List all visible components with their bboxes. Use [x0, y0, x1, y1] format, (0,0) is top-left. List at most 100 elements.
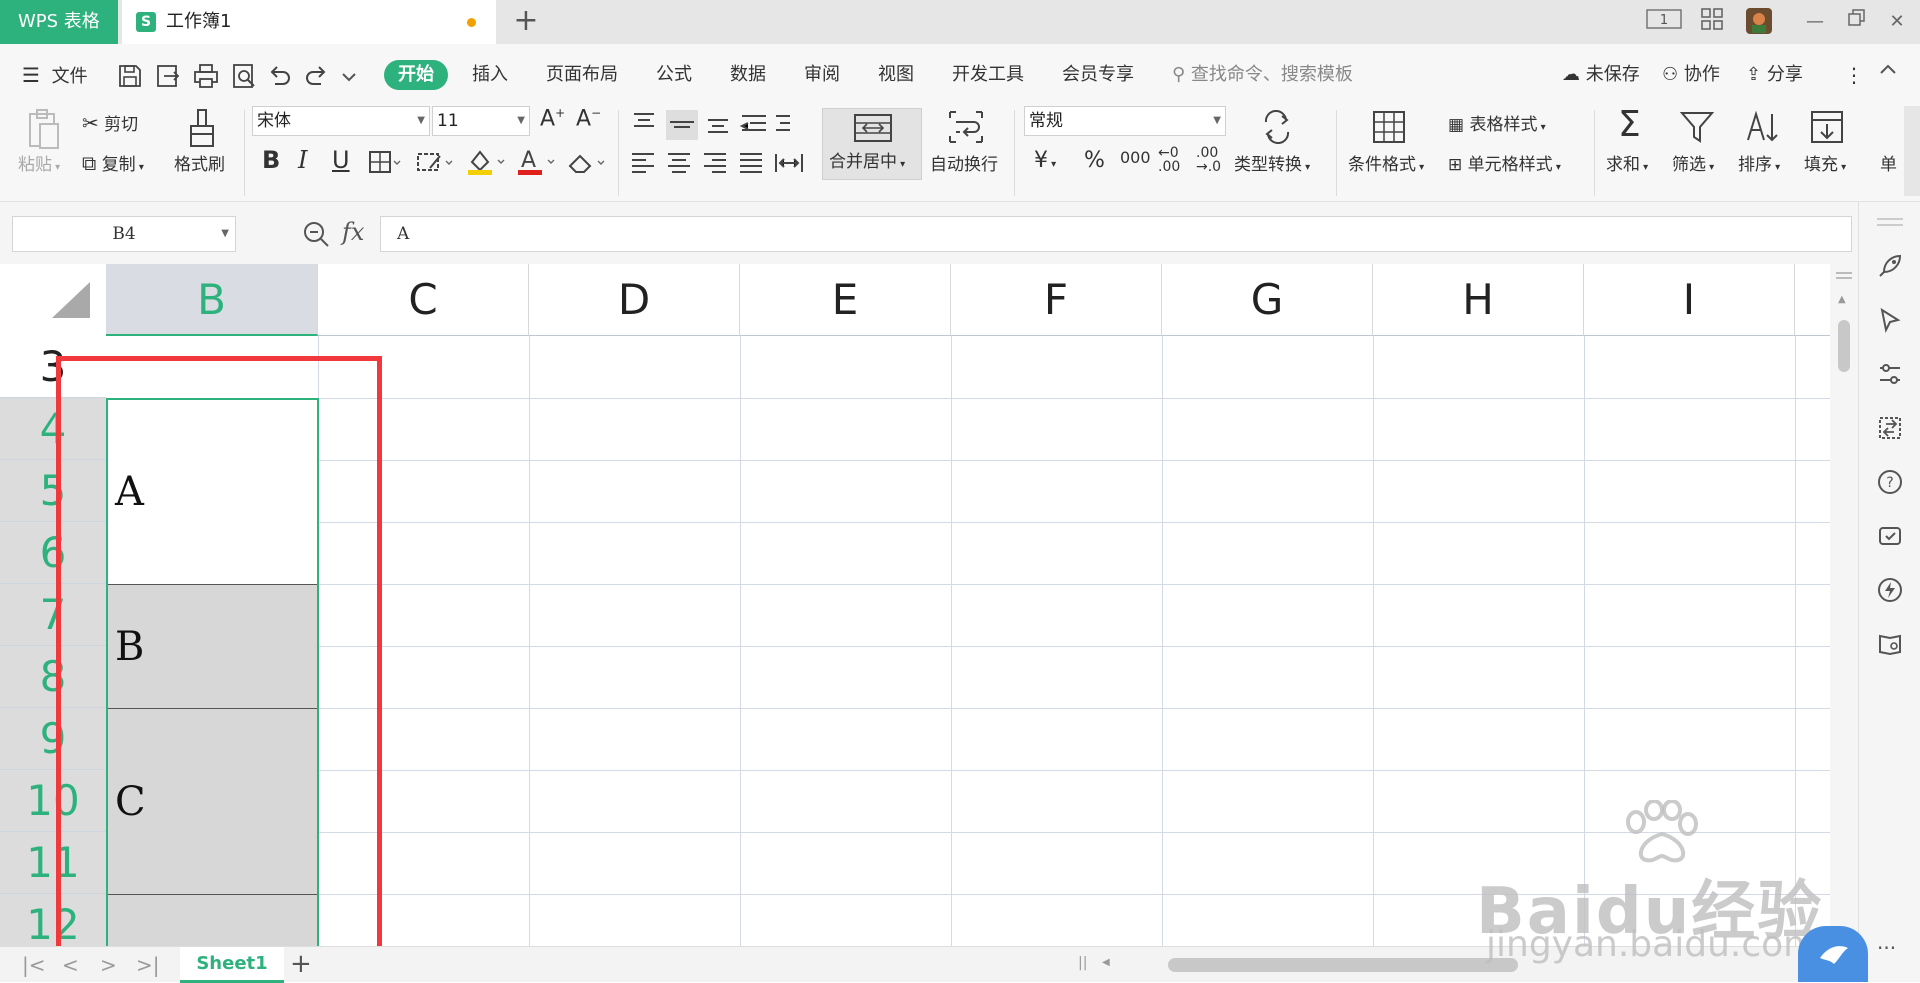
type-convert-icon[interactable] [1260, 110, 1294, 144]
document-tab[interactable]: S 工作簿1 [122, 0, 496, 44]
backup-icon[interactable] [1876, 522, 1904, 550]
italic-icon[interactable]: I [298, 146, 307, 174]
font-decrease-icon[interactable]: A− [576, 106, 601, 131]
help-icon[interactable]: ? [1876, 468, 1904, 496]
sheet-tab-sheet1[interactable]: Sheet1 [180, 947, 284, 983]
number-format-select[interactable]: 常规 ▼ [1024, 106, 1226, 136]
print-icon[interactable] [192, 62, 220, 90]
restore-button[interactable] [1842, 8, 1872, 36]
hscroll-split-handle[interactable]: || [1078, 955, 1087, 971]
vertical-scrollbar[interactable]: ▲ [1830, 264, 1858, 946]
tab-home[interactable]: 开始 [384, 60, 448, 90]
collapse-ribbon-icon[interactable] [1878, 60, 1898, 90]
column-header-C[interactable]: C [318, 264, 529, 336]
cursor-icon[interactable] [1876, 306, 1904, 334]
tab-developer[interactable]: 开发工具 [952, 60, 1024, 90]
app-tab[interactable]: WPS 表格 [0, 0, 118, 44]
tab-member[interactable]: 会员专享 [1062, 60, 1134, 90]
fill-down-icon[interactable] [1810, 110, 1844, 144]
underline-icon[interactable]: U [332, 146, 350, 174]
wrap-text-icon[interactable] [948, 110, 984, 144]
fill-color-icon[interactable] [466, 148, 506, 176]
filter-icon[interactable] [1680, 110, 1714, 144]
column-header-I[interactable]: I [1584, 264, 1795, 336]
scroll-up-icon[interactable]: ▲ [1838, 294, 1846, 305]
share-button[interactable]: ⇪ 分享 [1746, 60, 1803, 90]
prev-sheet-icon[interactable]: < [62, 953, 79, 977]
horizontal-align-icons[interactable] [630, 150, 810, 176]
book-search-icon[interactable] [1876, 630, 1904, 658]
format-painter-button[interactable]: 格式刷 [174, 150, 225, 175]
sum-button[interactable]: 求和 ▾ [1606, 150, 1648, 175]
column-header-F[interactable]: F [951, 264, 1162, 336]
vertical-align-icons[interactable] [630, 110, 790, 140]
save-icon[interactable] [116, 62, 144, 90]
first-sheet-icon[interactable]: |< [22, 953, 46, 977]
lightning-icon[interactable] [1876, 576, 1904, 604]
last-sheet-icon[interactable]: >| [136, 953, 160, 977]
file-menu[interactable]: ☰ 文件 [22, 60, 88, 90]
paste-icon[interactable] [24, 108, 64, 152]
tab-formulas[interactable]: 公式 [656, 60, 692, 90]
sort-button[interactable]: 排序 ▾ [1738, 150, 1780, 175]
font-color-icon[interactable]: A [516, 148, 556, 176]
merge-center-button[interactable]: 合并居中 ▾ [822, 108, 922, 180]
add-sheet-button[interactable]: + [290, 949, 312, 979]
formula-input[interactable]: A [380, 216, 1852, 252]
ribbon-scroll-right[interactable] [1904, 106, 1920, 196]
decrease-decimal-icon[interactable]: .00 →.0 [1196, 146, 1221, 174]
font-size-select[interactable]: 11 ▼ [432, 106, 530, 136]
column-header-H[interactable]: H [1373, 264, 1584, 336]
border-icon[interactable] [368, 150, 402, 176]
more-options-icon[interactable]: ··· [1877, 936, 1896, 960]
select-all-corner[interactable] [0, 264, 106, 336]
sliders-icon[interactable] [1876, 360, 1904, 388]
sum-icon[interactable]: Σ [1618, 104, 1641, 145]
wrap-text-button[interactable]: 自动换行 [930, 150, 998, 175]
conditional-format-icon[interactable] [1372, 110, 1406, 144]
sort-icon[interactable] [1744, 110, 1780, 144]
export-icon[interactable] [154, 62, 182, 90]
tab-page-layout[interactable]: 页面布局 [546, 60, 618, 90]
more-icon[interactable]: ⋮ [1844, 60, 1864, 90]
column-header-B[interactable]: B [106, 264, 318, 336]
currency-icon[interactable]: ¥ ▾ [1034, 148, 1056, 173]
percent-icon[interactable]: % [1084, 148, 1105, 173]
unsaved-status[interactable]: ☁ 未保存 [1562, 60, 1640, 90]
swap-icon[interactable] [1876, 414, 1904, 442]
tab-insert[interactable]: 插入 [472, 60, 508, 90]
copy-button[interactable]: ⧉ 复制 ▾ [82, 150, 144, 175]
assistant-float-button[interactable] [1798, 926, 1868, 982]
next-sheet-icon[interactable]: > [100, 953, 117, 977]
close-button[interactable]: ✕ [1882, 8, 1912, 36]
eraser-icon[interactable] [566, 150, 606, 176]
cell-style-button[interactable]: ⊞ 单元格样式 ▾ [1448, 150, 1561, 175]
horizontal-scroll-thumb[interactable] [1168, 958, 1518, 972]
column-header-E[interactable]: E [740, 264, 951, 336]
vertical-scroll-thumb[interactable] [1838, 320, 1850, 372]
zoom-icon[interactable] [302, 220, 330, 248]
collaborate-button[interactable]: ⚇ 协作 [1662, 60, 1720, 90]
paste-button[interactable]: 粘贴 ▾ [18, 150, 60, 175]
scroll-left-icon[interactable]: ◀ [1102, 957, 1110, 968]
undo-icon[interactable] [266, 62, 294, 90]
cell-style-brush-icon[interactable] [416, 150, 454, 176]
command-search[interactable]: ⚲ 查找命令、搜索模板 [1172, 60, 1353, 90]
format-painter-icon[interactable] [186, 108, 218, 150]
font-increase-icon[interactable]: A+ [540, 106, 565, 131]
function-icon[interactable]: fx [342, 218, 364, 246]
rocket-icon[interactable] [1876, 252, 1904, 280]
redo-icon[interactable] [302, 62, 330, 90]
conditional-format-button[interactable]: 条件格式 ▾ [1348, 150, 1424, 175]
print-preview-icon[interactable] [230, 62, 258, 90]
minimize-button[interactable]: — [1800, 8, 1830, 36]
tab-review[interactable]: 审阅 [804, 60, 840, 90]
name-box[interactable]: B4 ▼ [12, 216, 236, 252]
new-tab-button[interactable]: + [510, 6, 542, 38]
page-view-button[interactable]: 1 [1644, 8, 1684, 36]
font-name-select[interactable]: 宋体 ▼ [252, 106, 430, 136]
avatar[interactable] [1744, 8, 1774, 36]
fill-button[interactable]: 填充 ▾ [1804, 150, 1846, 175]
filter-button[interactable]: 筛选 ▾ [1672, 150, 1714, 175]
table-style-button[interactable]: ▦ 表格样式 ▾ [1448, 110, 1546, 135]
